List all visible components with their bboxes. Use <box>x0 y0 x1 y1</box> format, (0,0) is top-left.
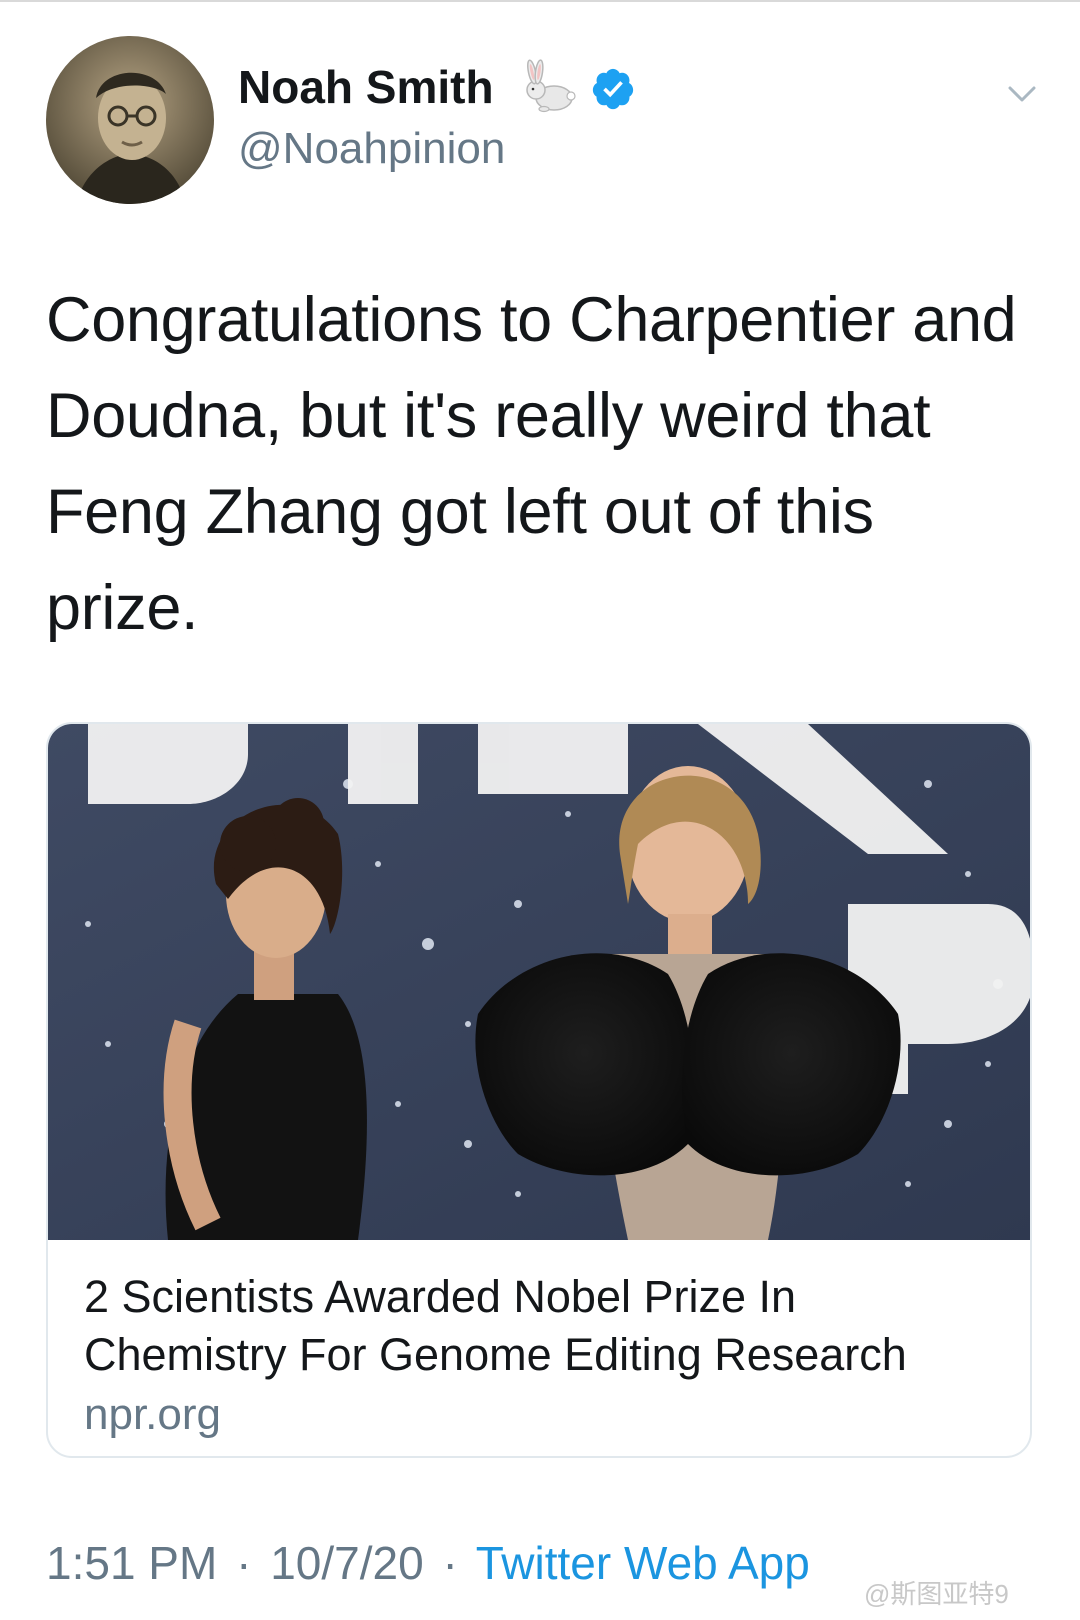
author-handle[interactable]: @Noahpinion <box>238 124 505 174</box>
chevron-down-icon[interactable] <box>1002 74 1042 114</box>
tweet-date[interactable]: 10/7/20 <box>270 1537 423 1589</box>
card-image <box>48 724 1030 1240</box>
meta-separator: · <box>236 1537 252 1589</box>
tweet-source-link[interactable]: Twitter Web App <box>476 1537 810 1589</box>
card-title[interactable]: 2 Scientists Awarded Nobel Prize In Chem… <box>84 1268 1004 1384</box>
verified-badge-icon <box>590 66 636 112</box>
link-card[interactable]: 2 Scientists Awarded Nobel Prize In Chem… <box>46 722 1032 1458</box>
tweet-meta: 1:51 PM · 10/7/20 · Twitter Web App <box>46 1536 810 1590</box>
avatar[interactable] <box>46 36 214 204</box>
tweet-time[interactable]: 1:51 PM <box>46 1537 217 1589</box>
top-divider <box>0 0 1080 2</box>
tweet-text: Congratulations to Charpentier and Doudn… <box>46 285 1017 643</box>
rabbit-icon <box>518 56 580 118</box>
author-name[interactable]: Noah Smith <box>238 60 494 114</box>
watermark: @斯图亚特9 <box>864 1579 1009 1609</box>
card-domain[interactable]: npr.org <box>84 1390 221 1440</box>
meta-separator: · <box>442 1537 458 1589</box>
